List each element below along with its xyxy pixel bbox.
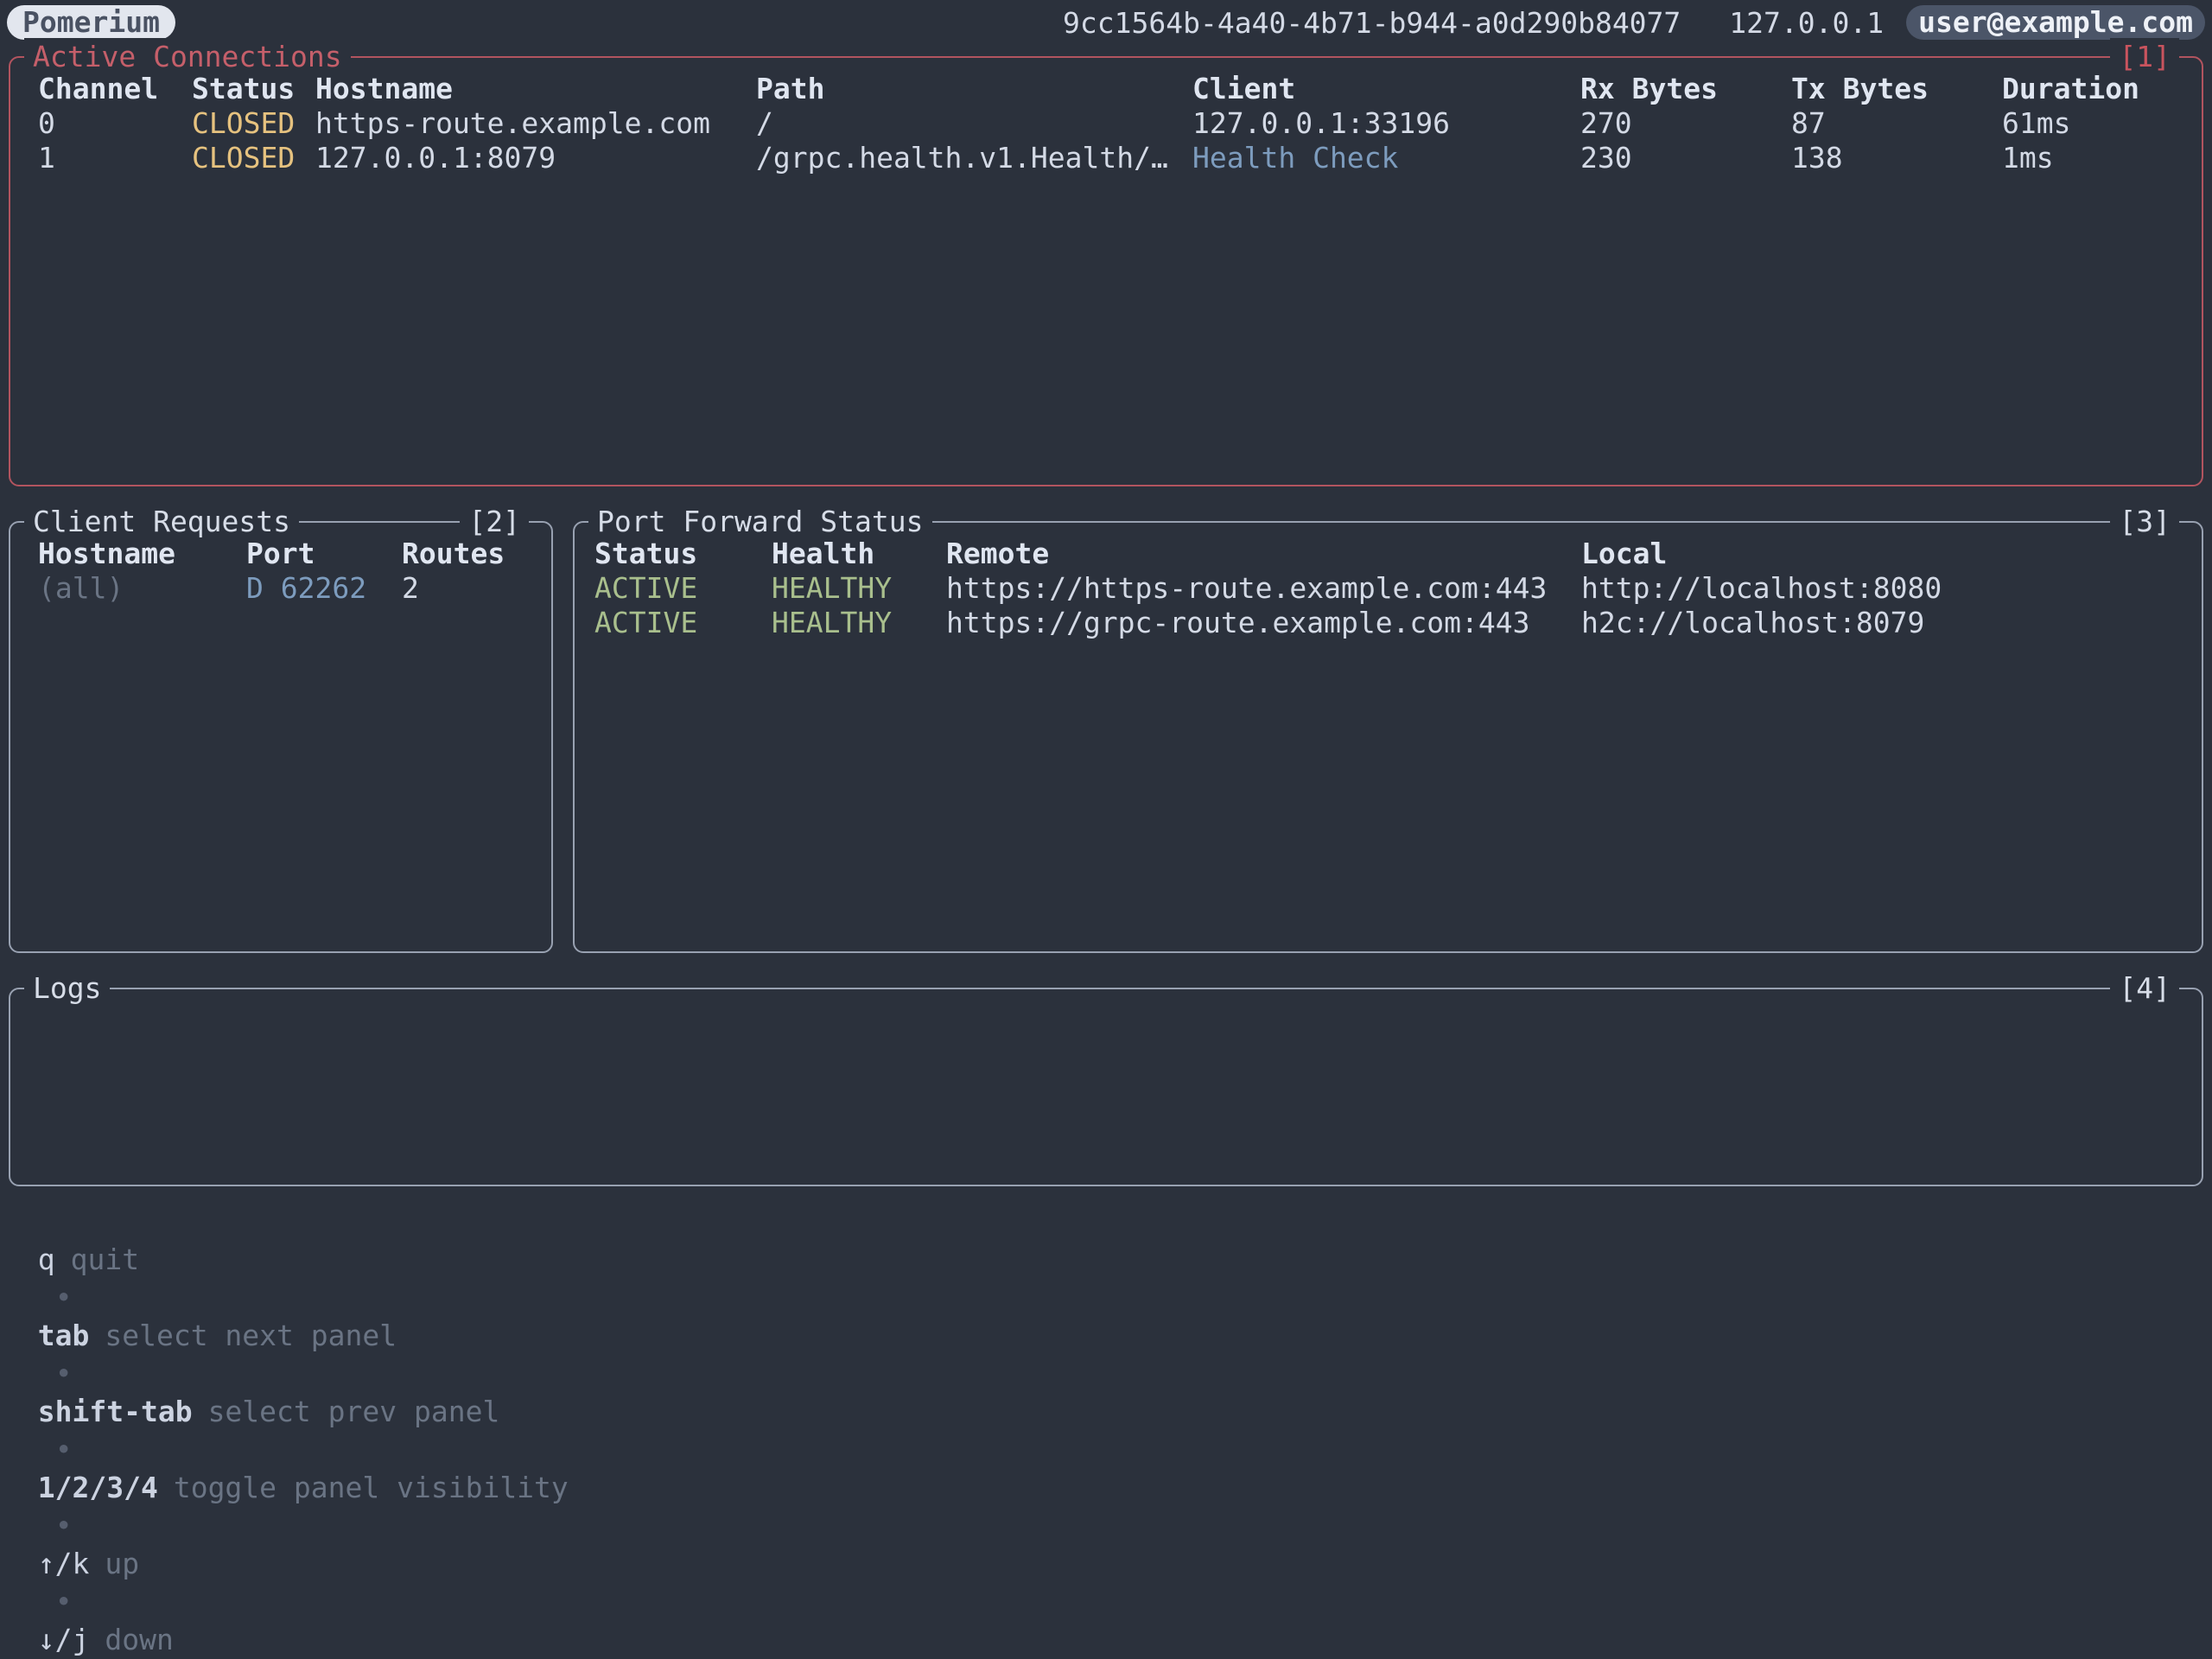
panel-active-connections-badge: [1] [2110, 38, 2179, 76]
cell-remote: https://grpc-route.example.com:443 [946, 606, 1581, 640]
key-1234: 1/2/3/4 [38, 1471, 158, 1504]
cell-local: http://localhost:8080 [1581, 571, 2202, 606]
col-client: Client [1192, 72, 1580, 106]
table-row: ACTIVE HEALTHY https://grpc-route.exampl… [594, 606, 2202, 640]
hint-desc: toggle panel visibility [174, 1471, 569, 1504]
col-hostname: Hostname [38, 537, 246, 571]
status-bar: qquit • tabselect next panel • shift-tab… [3, 1203, 569, 1241]
panel-active-connections-title: Active Connections [24, 38, 351, 76]
hint-up: ↑/k up [38, 1547, 139, 1580]
separator-dot: • [55, 1433, 73, 1466]
cell-status: CLOSED [192, 141, 315, 175]
cell-path: /grpc.health.v1.Health/… [756, 141, 1192, 175]
panel-client-requests-badge: [2] [460, 503, 529, 541]
cell-path: / [756, 106, 1192, 141]
col-port: Port [246, 537, 402, 571]
cell-channel: 1 [38, 141, 192, 175]
separator-dot: • [55, 1281, 73, 1314]
table-row: ACTIVE HEALTHY https://https-route.examp… [594, 571, 2202, 606]
panel-logs[interactable]: Logs [4] [9, 988, 2203, 1186]
hint-next-panel: tab select next panel [38, 1319, 397, 1352]
separator-dot: • [55, 1509, 73, 1542]
col-channel: Channel [38, 72, 192, 106]
cell-status: ACTIVE [594, 606, 772, 640]
panel-client-requests-title: Client Requests [24, 503, 299, 541]
col-local: Local [1581, 537, 2202, 571]
table-row: 0 CLOSED https-route.example.com / 127.0… [38, 106, 2202, 141]
hint-desc: select next panel [105, 1319, 397, 1352]
table-row: 1 CLOSED 127.0.0.1:8079 /grpc.health.v1.… [38, 141, 2202, 175]
panel-logs-title: Logs [24, 969, 110, 1007]
col-status: Status [594, 537, 772, 571]
cell-client: 127.0.0.1:33196 [1192, 106, 1580, 141]
table-header: Hostname Port Routes [38, 537, 551, 571]
hint-prev-panel: shift-tab select prev panel [38, 1395, 500, 1428]
hint-quit: qquit [38, 1243, 139, 1276]
col-routes: Routes [402, 537, 551, 571]
panel-active-connections[interactable]: Active Connections [1] Channel Status Ho… [9, 56, 2203, 486]
cell-channel: 0 [38, 106, 192, 141]
cell-port: D 62262 [246, 571, 402, 606]
cell-status: ACTIVE [594, 571, 772, 606]
host-ip: 127.0.0.1 [1729, 6, 1884, 40]
cell-local: h2c://localhost:8079 [1581, 606, 2202, 640]
separator-dot: • [55, 1585, 73, 1618]
key-down-j: ↓/j [38, 1623, 90, 1656]
cell-routes: 2 [402, 571, 551, 606]
cell-tx-bytes: 138 [1791, 141, 2002, 175]
separator-dot: • [55, 1357, 73, 1390]
panel-port-forward-status[interactable]: Port Forward Status [3] Status Health Re… [573, 521, 2203, 953]
cell-duration: 61ms [2002, 106, 2202, 141]
cell-hostname: 127.0.0.1:8079 [315, 141, 756, 175]
session-id: 9cc1564b-4a40-4b71-b944-a0d290b84077 [1063, 6, 1681, 40]
key-shift-tab: shift-tab [38, 1395, 193, 1428]
col-path: Path [756, 72, 1192, 106]
panel-port-forward-status-badge: [3] [2110, 503, 2179, 541]
cell-hostname: (all) [38, 571, 246, 606]
cell-health: HEALTHY [772, 606, 946, 640]
hint-desc: down [105, 1623, 173, 1656]
col-remote: Remote [946, 537, 1581, 571]
cell-health: HEALTHY [772, 571, 946, 606]
cell-client: Health Check [1192, 141, 1580, 175]
col-tx-bytes: Tx Bytes [1791, 72, 2002, 106]
panel-port-forward-status-title: Port Forward Status [588, 503, 932, 541]
cell-remote: https://https-route.example.com:443 [946, 571, 1581, 606]
table-row: (all) D 62262 2 [38, 571, 551, 606]
cell-tx-bytes: 87 [1791, 106, 2002, 141]
key-up-k: ↑/k [38, 1547, 90, 1580]
cell-hostname: https-route.example.com [315, 106, 756, 141]
table-header: Status Health Remote Local [594, 537, 2202, 571]
panel-logs-badge: [4] [2110, 969, 2179, 1007]
user-badge: user@example.com [1906, 5, 2205, 40]
table-header: Channel Status Hostname Path Client Rx B… [38, 72, 2202, 106]
app-badge: Pomerium [7, 5, 175, 40]
panel-client-requests[interactable]: Client Requests [2] Hostname Port Routes… [9, 521, 553, 953]
hint-desc: select prev panel [208, 1395, 500, 1428]
top-bar-right: 9cc1564b-4a40-4b71-b944-a0d290b84077 127… [1063, 5, 2205, 40]
col-rx-bytes: Rx Bytes [1580, 72, 1791, 106]
key-q: q [38, 1243, 55, 1276]
col-status: Status [192, 72, 315, 106]
cell-rx-bytes: 270 [1580, 106, 1791, 141]
col-health: Health [772, 537, 946, 571]
cell-rx-bytes: 230 [1580, 141, 1791, 175]
cell-duration: 1ms [2002, 141, 2202, 175]
cell-status: CLOSED [192, 106, 315, 141]
hint-down: ↓/j down [38, 1623, 174, 1656]
hint-desc: up [105, 1547, 139, 1580]
col-hostname: Hostname [315, 72, 756, 106]
hint-toggle-visibility: 1/2/3/4 toggle panel visibility [38, 1471, 569, 1504]
col-duration: Duration [2002, 72, 2202, 106]
key-tab: tab [38, 1319, 90, 1352]
hint-desc: quit [71, 1243, 139, 1276]
